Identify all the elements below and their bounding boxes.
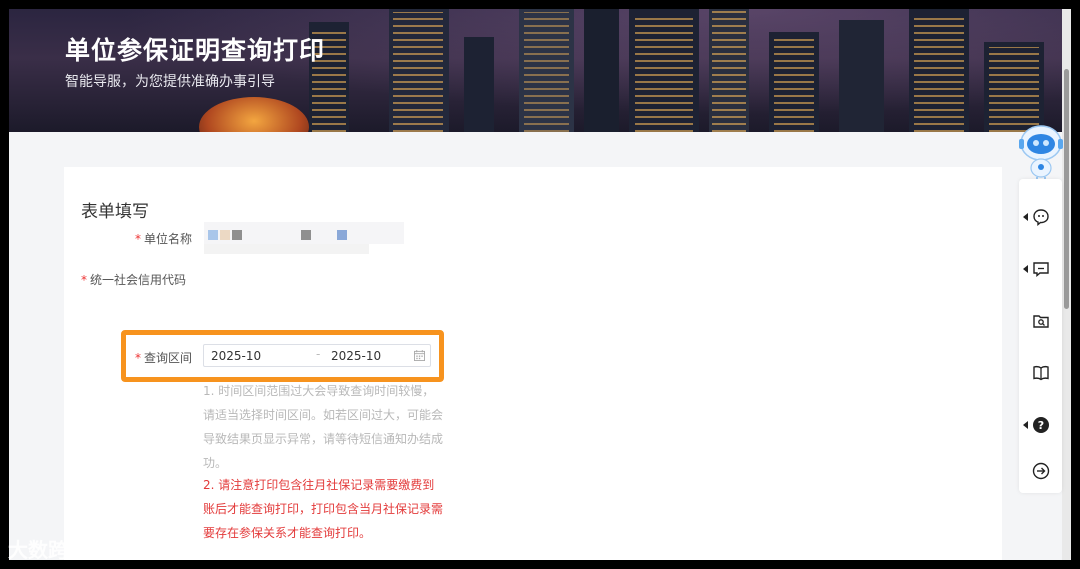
side-toolbar: ? <box>1019 179 1062 493</box>
range-end-input[interactable]: 2025-10 <box>331 349 381 363</box>
chat-bubble-icon <box>1032 209 1049 226</box>
company-name-value-redacted <box>204 222 430 254</box>
caret-left-icon <box>1023 421 1028 429</box>
required-asterisk: * <box>135 232 141 246</box>
side-item-guide[interactable] <box>1019 353 1062 393</box>
book-icon <box>1032 366 1049 381</box>
watermark-text: 大数跨境 <box>8 538 88 562</box>
caret-left-icon <box>1023 265 1028 273</box>
credit-code-label: * 统一社会信用代码 <box>81 273 187 287</box>
side-item-folder-search[interactable] <box>1019 301 1062 341</box>
required-asterisk: * <box>81 273 87 287</box>
side-item-next[interactable] <box>1019 451 1062 491</box>
robot-assistant-icon[interactable] <box>1017 121 1065 183</box>
company-name-label: * 单位名称 <box>135 232 193 246</box>
page-title: 单位参保证明查询打印 <box>65 36 326 65</box>
print-warning-text: 2. 请注意打印包含往月社保记录需要缴费到账后才能查询打印，打印包含当月社保记录… <box>203 478 444 540</box>
calendar-icon[interactable] <box>414 350 425 361</box>
required-asterisk: * <box>135 351 141 365</box>
svg-text:?: ? <box>1037 419 1043 432</box>
query-hint-text: 1. 时间区间范围过大会导致查询时间较慢，请适当选择时间区间。如若区间过大，可能… <box>203 384 444 470</box>
arrow-right-circle-icon <box>1032 462 1049 480</box>
page-subtitle: 智能导服，为您提供准确办事引导 <box>65 74 275 90</box>
side-item-chat[interactable] <box>1019 197 1062 237</box>
message-icon <box>1032 262 1049 277</box>
query-range-picker[interactable]: 2025-10 - 2025-10 <box>203 344 431 367</box>
side-item-message[interactable] <box>1019 249 1062 289</box>
browser-viewport: 单位参保证明查询打印 智能导服，为您提供准确办事引导 表单填写 * 单位名称 * 统… <box>9 9 1071 560</box>
range-start-input[interactable]: 2025-10 <box>211 349 261 363</box>
help-icon: ? <box>1032 417 1049 433</box>
range-separator: - <box>316 347 321 361</box>
caret-left-icon <box>1023 213 1028 221</box>
folder-search-icon <box>1032 315 1049 328</box>
header-banner: 单位参保证明查询打印 智能导服，为您提供准确办事引导 <box>9 9 1062 132</box>
scrollbar-thumb[interactable] <box>1064 69 1069 309</box>
form-section-title: 表单填写 <box>81 202 149 222</box>
query-range-label: * 查询区间 <box>135 351 193 365</box>
side-item-help[interactable]: ? <box>1019 405 1062 445</box>
form-card: 表单填写 * 单位名称 * 统一社会信用代码 * 查询区间 2025-10 - 202… <box>64 167 1002 560</box>
